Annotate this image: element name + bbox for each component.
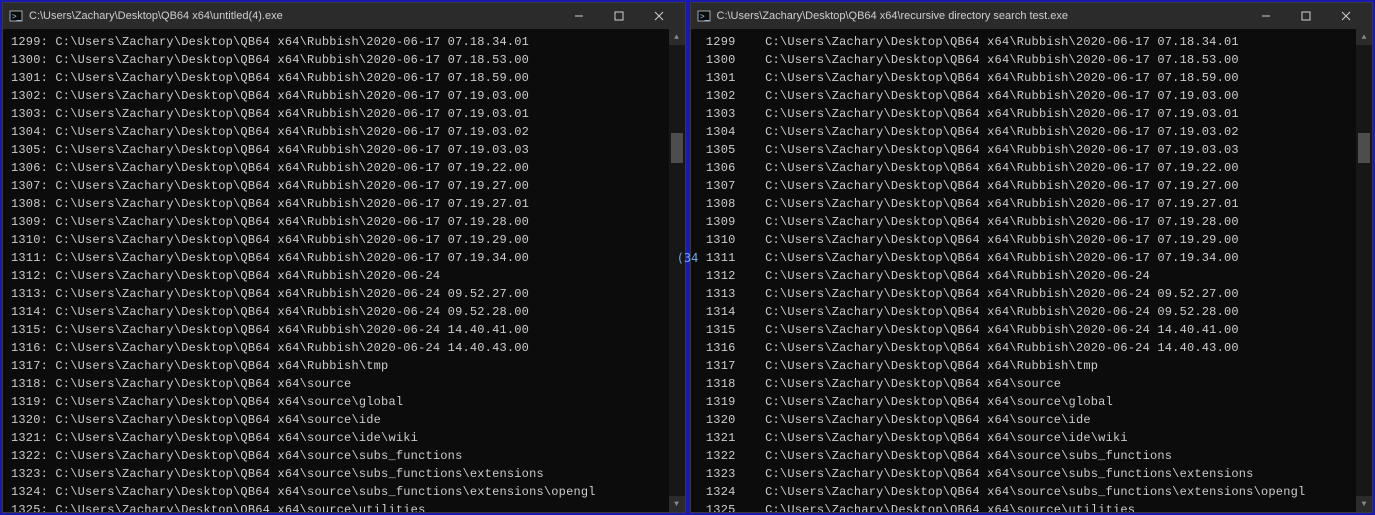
console-output[interactable]: 1299: C:\Users\Zachary\Desktop\QB64 x64\… (3, 29, 669, 512)
window-controls (1246, 3, 1366, 29)
vertical-scrollbar[interactable]: ▲ ▼ (1356, 29, 1372, 512)
desktop: >_ C:\Users\Zachary\Desktop\QB64 x64\unt… (0, 0, 1375, 515)
scrollbar-thumb[interactable] (671, 133, 683, 163)
scrollbar-thumb[interactable] (1358, 133, 1370, 163)
console-body: 1299 C:\Users\Zachary\Desktop\QB64 x64\R… (691, 29, 1373, 512)
scroll-down-arrow-icon[interactable]: ▼ (1356, 496, 1372, 512)
svg-text:>_: >_ (12, 12, 22, 21)
console-window-right: >_ C:\Users\Zachary\Desktop\QB64 x64\rec… (690, 2, 1374, 513)
minimize-button[interactable] (559, 3, 599, 29)
scroll-up-arrow-icon[interactable]: ▲ (669, 29, 685, 45)
maximize-button[interactable] (1286, 3, 1326, 29)
console-body: 1299: C:\Users\Zachary\Desktop\QB64 x64\… (3, 29, 685, 512)
titlebar[interactable]: >_ C:\Users\Zachary\Desktop\QB64 x64\unt… (3, 3, 685, 29)
titlebar[interactable]: >_ C:\Users\Zachary\Desktop\QB64 x64\rec… (691, 3, 1373, 29)
console-window-left: >_ C:\Users\Zachary\Desktop\QB64 x64\unt… (2, 2, 686, 513)
window-controls (559, 3, 679, 29)
console-output[interactable]: 1299 C:\Users\Zachary\Desktop\QB64 x64\R… (691, 29, 1357, 512)
scroll-down-arrow-icon[interactable]: ▼ (669, 496, 685, 512)
minimize-button[interactable] (1246, 3, 1286, 29)
maximize-button[interactable] (599, 3, 639, 29)
close-button[interactable] (639, 3, 679, 29)
app-icon: >_ (697, 9, 711, 23)
vertical-scrollbar[interactable]: ▲ ▼ (669, 29, 685, 512)
scroll-up-arrow-icon[interactable]: ▲ (1356, 29, 1372, 45)
window-title: C:\Users\Zachary\Desktop\QB64 x64\untitl… (29, 10, 559, 22)
close-button[interactable] (1326, 3, 1366, 29)
window-title: C:\Users\Zachary\Desktop\QB64 x64\recurs… (717, 10, 1247, 22)
app-icon: >_ (9, 9, 23, 23)
svg-text:>_: >_ (700, 12, 710, 21)
